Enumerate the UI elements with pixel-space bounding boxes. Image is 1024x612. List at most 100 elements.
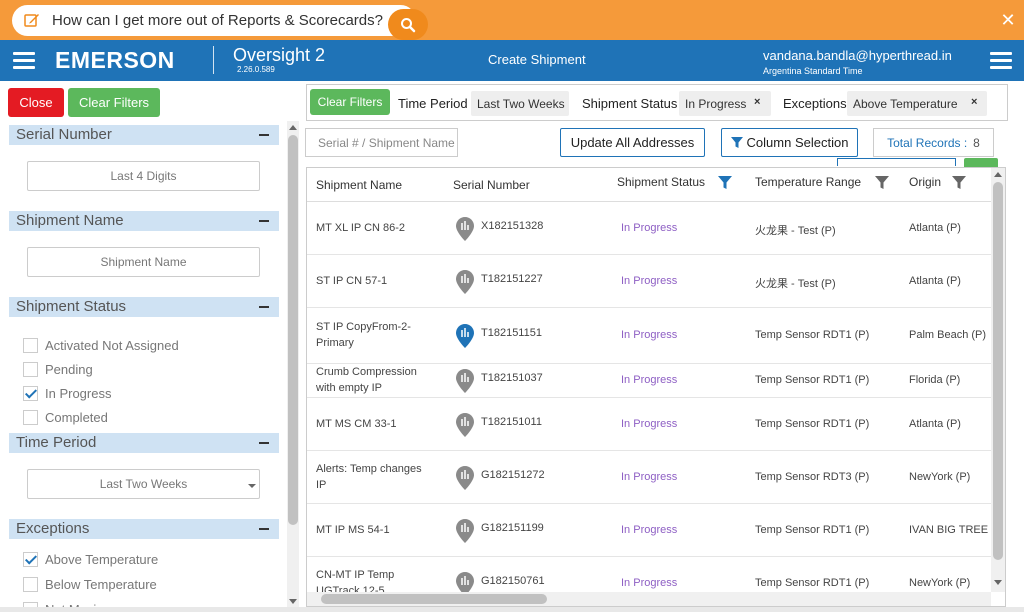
temperature-range-cell: Temp Sensor RDT1 (P)	[755, 329, 870, 341]
scroll-up-icon[interactable]	[994, 172, 1002, 177]
table-row[interactable]: Crumb Compression with empty IP T18215103…	[307, 364, 992, 398]
column-header-temperature-range[interactable]: Temperature Range	[755, 175, 861, 189]
filter-chip-exceptions: Above Temperature	[847, 91, 987, 116]
scrollbar-thumb[interactable]	[993, 182, 1003, 560]
column-filter-icon[interactable]	[952, 176, 966, 190]
shipment-status-section[interactable]: Shipment Status	[9, 297, 279, 317]
map-pin-icon[interactable]	[456, 369, 474, 393]
filter-label-exceptions: Exceptions	[783, 96, 847, 111]
clear-filters-button[interactable]: Clear Filters	[68, 88, 160, 117]
origin-cell: Florida (P)	[909, 374, 961, 386]
scrollbar-thumb[interactable]	[321, 594, 547, 604]
table-row[interactable]: MT IP MS 54-1 G182151199 In Progress Temp S…	[307, 504, 995, 557]
total-records-value: 8	[973, 135, 980, 150]
toolbar-dropdown-edge[interactable]	[837, 158, 956, 166]
collapse-icon[interactable]	[259, 134, 269, 136]
grid-header: Shipment Name Serial Number Shipment Sta…	[307, 168, 992, 202]
time-period-select[interactable]: Last Two Weeks	[27, 469, 260, 499]
serial-number-section[interactable]: Serial Number	[9, 125, 279, 145]
section-title: Shipment Status	[16, 298, 127, 315]
close-button[interactable]: Close	[8, 88, 64, 117]
exception-checkbox-below-temperature[interactable]	[23, 577, 38, 592]
serial-number-input[interactable]: Last 4 Digits	[27, 161, 260, 191]
map-pin-icon[interactable]	[456, 519, 474, 543]
map-pin-icon[interactable]	[456, 270, 474, 294]
shipment-name-cell[interactable]: MT IP MS 54-1	[316, 524, 390, 536]
exceptions-section[interactable]: Exceptions	[9, 519, 279, 539]
collapse-icon[interactable]	[259, 528, 269, 530]
column-header-origin[interactable]: Origin	[909, 175, 941, 189]
collapse-icon[interactable]	[259, 306, 269, 308]
column-filter-icon[interactable]	[875, 176, 889, 190]
status-checkbox-activated-not-assigned[interactable]	[23, 338, 38, 353]
map-pin-icon[interactable]	[456, 466, 474, 490]
serial-number-cell: T182151037	[481, 372, 543, 384]
shipment-name-cell[interactable]: Crumb Compression with empty IP	[316, 364, 434, 396]
scroll-down-icon[interactable]	[289, 599, 297, 604]
shipment-name-cell[interactable]: MT XL IP CN 86-2	[316, 222, 405, 234]
remove-filter-icon[interactable]: ×	[971, 96, 977, 108]
serial-number-cell: T182151151	[481, 327, 542, 339]
temperature-range-cell: Temp Sensor RDT1 (P)	[755, 418, 870, 430]
temperature-range-cell: 火龙果 - Test (P)	[755, 225, 836, 237]
shipment-name-cell[interactable]: ST IP CopyFrom-2-Primary	[316, 319, 434, 351]
grid-vertical-scrollbar[interactable]	[991, 168, 1005, 592]
shipment-name-cell[interactable]: MT MS CM 33-1	[316, 418, 396, 430]
menu-icon[interactable]	[13, 52, 35, 70]
update-all-addresses-button[interactable]: Update All Addresses	[560, 128, 705, 157]
column-header-shipment-name[interactable]: Shipment Name	[316, 178, 402, 192]
table-row[interactable]: ST IP CN 57-1 T182151227 In Progress 火龙果 - …	[307, 255, 992, 308]
scrollbar-thumb[interactable]	[288, 135, 298, 525]
column-header-shipment-status[interactable]: Shipment Status	[617, 175, 705, 189]
table-row[interactable]: ST IP CopyFrom-2-Primary T182151151 In Pro…	[307, 308, 992, 364]
close-icon[interactable]: ✕	[1000, 11, 1016, 29]
grid-horizontal-scrollbar[interactable]	[307, 592, 991, 606]
filter-chip-time-period: Last Two Weeks	[471, 91, 569, 116]
page-title: Create Shipment	[488, 52, 586, 67]
origin-cell: Palm Beach (P)	[909, 329, 987, 341]
active-filters-bar: Clear Filters Time Period Last Two Weeks…	[306, 84, 1008, 121]
status-checkbox-pending[interactable]	[23, 362, 38, 377]
map-pin-icon[interactable]	[456, 324, 474, 348]
shipment-name-cell[interactable]: Alerts: Temp changes IP	[316, 461, 434, 493]
column-selection-button[interactable]: Column Selection	[721, 128, 858, 157]
user-email: vandana.bandla@hyperthread.in	[763, 48, 952, 63]
clear-filters-chip-button[interactable]: Clear Filters	[310, 89, 390, 115]
collapse-icon[interactable]	[259, 442, 269, 444]
table-row[interactable]: MT XL IP CN 86-2 X182151328 In Progress 火龙果…	[307, 202, 992, 255]
total-records: Total Records : 8	[873, 128, 994, 157]
user-menu-icon[interactable]	[990, 52, 1012, 70]
filter-panel-scrollbar[interactable]	[287, 121, 299, 610]
exception-checkbox-above-temperature[interactable]	[23, 552, 38, 567]
serial-shipment-search-input[interactable]: Serial # / Shipment Name	[305, 128, 458, 157]
table-row[interactable]: Alerts: Temp changes IP G182151272 In Prog…	[307, 451, 992, 504]
status-checkbox-completed[interactable]	[23, 410, 38, 425]
collapse-icon[interactable]	[259, 220, 269, 222]
scroll-up-icon[interactable]	[289, 125, 297, 130]
remove-filter-icon[interactable]: ×	[754, 96, 760, 108]
shipment-status-cell: In Progress	[621, 418, 678, 430]
serial-number-cell: G182151199	[481, 522, 544, 534]
help-bar: How can I get more out of Reports & Scor…	[0, 0, 1024, 40]
shipment-name-input[interactable]: Shipment Name	[27, 247, 260, 277]
map-pin-icon[interactable]	[456, 413, 474, 437]
map-pin-icon[interactable]	[456, 217, 474, 241]
column-header-serial-number[interactable]: Serial Number	[453, 178, 530, 192]
shipment-status-cell: In Progress	[621, 329, 678, 341]
shipment-status-cell: In Progress	[621, 275, 678, 287]
origin-cell: Atlanta (P)	[909, 275, 961, 287]
search-button[interactable]	[388, 9, 428, 40]
table-row[interactable]: MT MS CM 33-1 T182151011 In Progress Temp S…	[307, 398, 992, 451]
filter-panel: Close Clear Filters Serial Number Last 4…	[0, 81, 300, 612]
checkbox-label: Above Temperature	[45, 552, 159, 567]
scroll-down-icon[interactable]	[994, 580, 1002, 585]
shipment-name-section[interactable]: Shipment Name	[9, 211, 279, 231]
checkbox-label: Below Temperature	[45, 577, 157, 592]
status-checkbox-in-progress[interactable]	[23, 386, 38, 401]
help-search-box[interactable]: How can I get more out of Reports & Scor…	[12, 5, 428, 40]
user-timezone: Argentina Standard Time	[763, 66, 863, 76]
column-filter-icon[interactable]	[718, 176, 732, 190]
serial-number-cell: X182151328	[481, 220, 544, 232]
time-period-section[interactable]: Time Period	[9, 433, 279, 453]
shipment-name-cell[interactable]: ST IP CN 57-1	[316, 275, 387, 287]
